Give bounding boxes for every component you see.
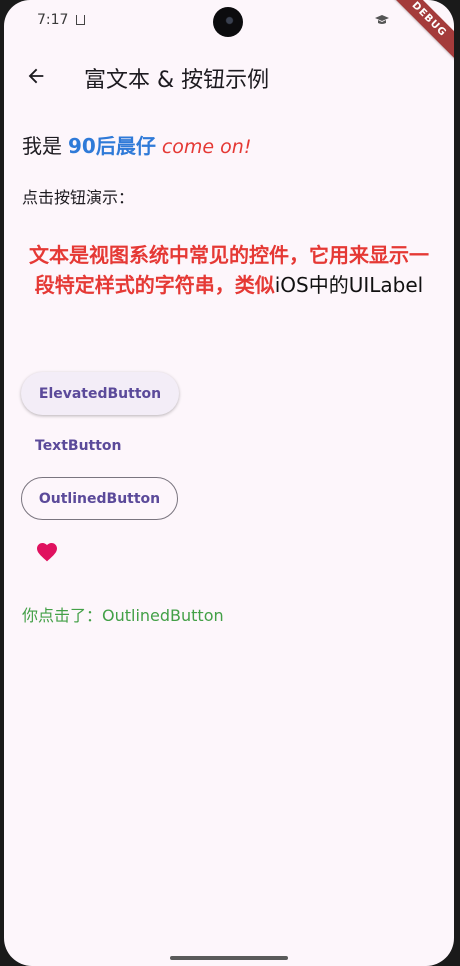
text-button[interactable]: TextButton [22, 430, 122, 462]
clicked-message: 你点击了：OutlinedButton [22, 606, 224, 625]
back-button[interactable] [16, 56, 56, 96]
favorite-icon-button[interactable] [32, 537, 62, 565]
page-title: 富文本 & 按钮示例 [84, 68, 270, 93]
rich-text-prefix: 我是 [22, 134, 62, 158]
signal-icon [375, 15, 389, 24]
front-camera [213, 7, 243, 37]
favorite-heart-icon [37, 543, 57, 562]
rich-text-italic: come on! [161, 136, 252, 158]
arrow-back-icon [28, 68, 44, 84]
elevated-button[interactable]: ElevatedButton [21, 372, 179, 415]
demo-label: 点击按钮演示： [22, 188, 135, 207]
notification-icon [76, 15, 85, 25]
phone-screen: 7:17 DEBUG 富文本 & 按钮示例 我是 90后晨仔 come on! 点击… [4, 0, 454, 966]
description-paragraph: 文本是视图系统中常见的控件，它用来显示一段特定样式的字符串，类似iOS中的UIL… [22, 240, 436, 300]
outlined-button[interactable]: OutlinedButton [21, 477, 178, 520]
status-time: 7:17 [37, 12, 69, 28]
gesture-nav-handle[interactable] [170, 956, 288, 960]
rich-text-line: 我是 90后晨仔 come on! [22, 130, 251, 159]
status-bar: 7:17 DEBUG [4, 0, 454, 68]
paragraph-black-text: iOS中的UILabel [274, 273, 424, 297]
app-bar: 富文本 & 按钮示例 [4, 52, 454, 102]
rich-text-bold: 90后晨仔 [68, 134, 156, 158]
